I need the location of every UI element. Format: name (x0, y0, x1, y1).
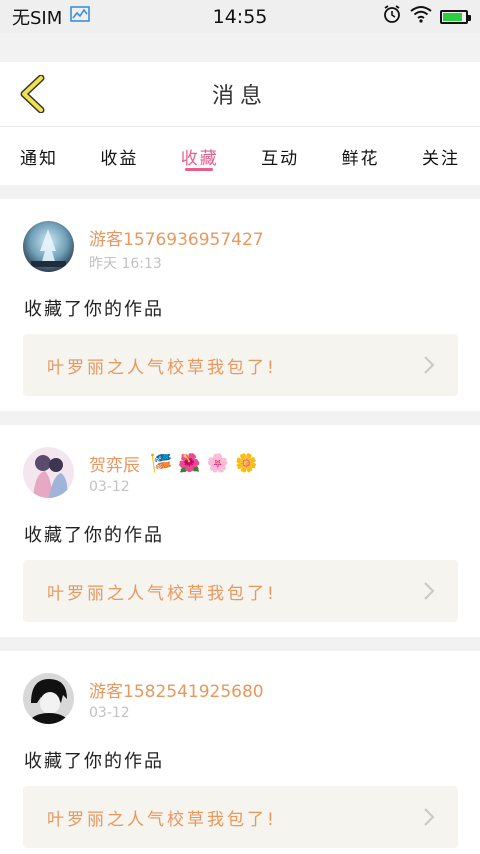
action-text: 收藏了你的作品 (24, 525, 164, 546)
action-text: 收藏了你的作品 (24, 299, 164, 320)
user-row: 游客1576936957427 (89, 225, 264, 250)
work-title: 叶罗丽之人气校草我包了! (47, 809, 277, 830)
message-card: 贺弈辰 🎏 🌺 🌸 🌼 03-12 收藏了你的作品 叶罗丽之人气校草我包了! (0, 425, 480, 637)
sim-card-icon (70, 5, 91, 28)
flower-badge-icon: 🌸 (206, 453, 230, 474)
username[interactable]: 游客1576936957427 (89, 225, 264, 250)
back-button[interactable] (12, 72, 52, 116)
user-row: 游客1582541925680 (89, 677, 264, 702)
message-card: 游客1582541925680 03-12 收藏了你的作品 叶罗丽之人气校草我包… (0, 651, 480, 854)
tab-bar: 通知 收益 收藏 互动 鲜花 关注 (0, 127, 480, 185)
work-title: 叶罗丽之人气校草我包了! (47, 583, 277, 604)
work-title: 叶罗丽之人气校草我包了! (47, 357, 277, 378)
username[interactable]: 游客1582541925680 (89, 677, 264, 702)
tab-earnings[interactable]: 收益 (100, 127, 138, 185)
username[interactable]: 贺弈辰 (89, 451, 140, 476)
chevron-right-icon (424, 808, 435, 826)
carrier-label: 无SIM (12, 7, 63, 29)
chevron-right-icon (424, 582, 435, 600)
flower-badge-icon: 🎏 (150, 453, 173, 474)
message-list: 游客1576936957427 昨天 16:13 收藏了你的作品 叶罗丽之人气校… (0, 199, 480, 854)
timestamp: 03-12 (89, 479, 130, 495)
battery-icon (440, 9, 471, 24)
back-arrow-icon (20, 75, 45, 113)
avatar[interactable] (23, 221, 74, 272)
status-right (382, 4, 471, 29)
tab-following[interactable]: 关注 (422, 127, 460, 185)
status-left: 无SIM (12, 4, 91, 30)
flower-badge-icon: 🌺 (178, 453, 201, 474)
tab-favorites[interactable]: 收藏 (181, 127, 219, 185)
alarm-icon (382, 4, 402, 29)
work-link[interactable]: 叶罗丽之人气校草我包了! (23, 560, 458, 622)
status-bar: 无SIM 14:55 (0, 0, 480, 33)
timestamp: 03-12 (89, 705, 130, 721)
tab-interactions[interactable]: 互动 (261, 127, 299, 185)
action-text: 收藏了你的作品 (24, 751, 164, 772)
avatar[interactable] (23, 673, 74, 724)
page-title: 消息 (211, 84, 268, 109)
avatar[interactable] (23, 447, 74, 498)
tab-flowers[interactable]: 鲜花 (342, 127, 380, 185)
flower-badge-icon: 🌼 (235, 453, 258, 474)
wifi-icon (410, 5, 432, 28)
message-card: 游客1576936957427 昨天 16:13 收藏了你的作品 叶罗丽之人气校… (0, 199, 480, 411)
user-row: 贺弈辰 🎏 🌺 🌸 🌼 (89, 451, 258, 476)
work-link[interactable]: 叶罗丽之人气校草我包了! (23, 334, 458, 396)
header-bar: 消息 (0, 62, 480, 127)
chevron-right-icon (424, 356, 435, 374)
flower-badges: 🎏 🌺 🌸 🌼 (150, 453, 258, 474)
work-link[interactable]: 叶罗丽之人气校草我包了! (23, 786, 458, 848)
tab-notifications[interactable]: 通知 (20, 127, 58, 185)
battery-level (443, 12, 462, 21)
timestamp: 昨天 16:13 (89, 256, 162, 272)
